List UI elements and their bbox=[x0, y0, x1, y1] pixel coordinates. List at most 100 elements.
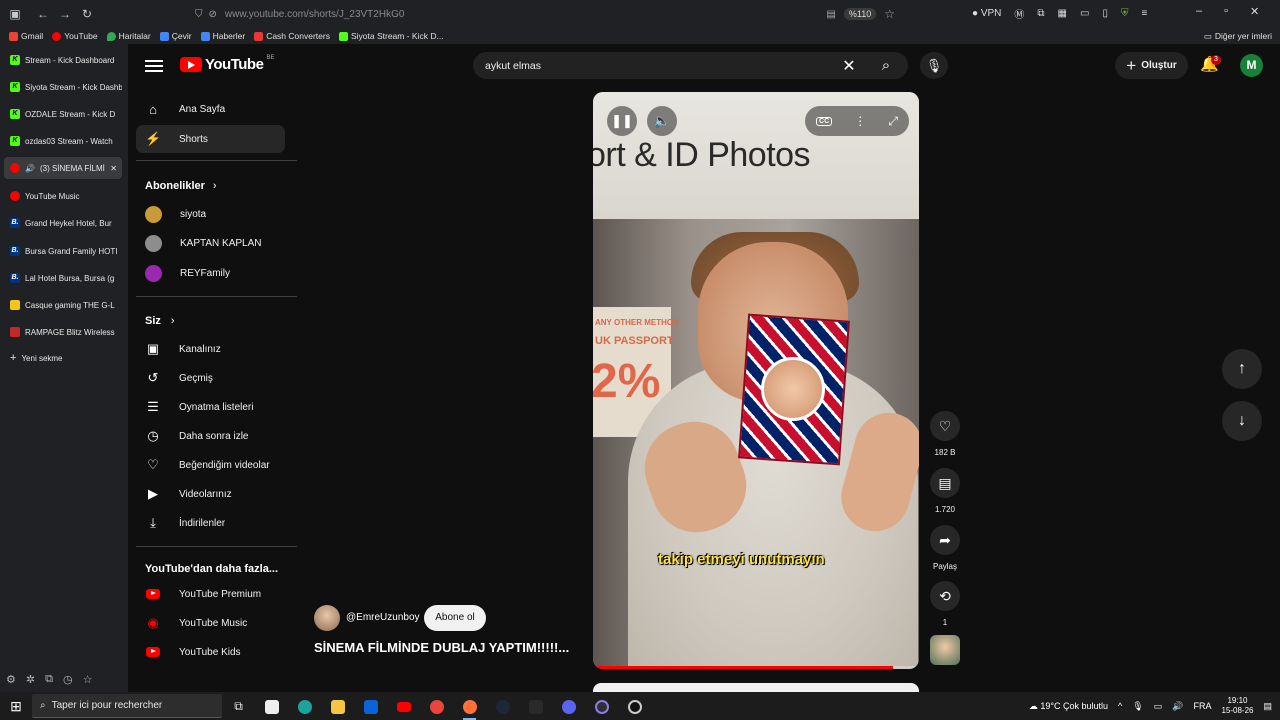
pocket-icon[interactable]: ▭ bbox=[1080, 8, 1089, 19]
nav-history[interactable]: ↺ Geçmiş bbox=[136, 364, 285, 392]
search-icon[interactable]: ⌕ bbox=[864, 52, 908, 79]
subscription-item[interactable]: REYFamily bbox=[136, 259, 285, 287]
other-bookmarks[interactable]: ▭ Diğer yer imleri bbox=[1204, 31, 1272, 42]
subscribe-button[interactable]: Abone ol bbox=[424, 605, 486, 631]
close-window-icon[interactable]: ✕ bbox=[1250, 5, 1259, 18]
discord-icon[interactable] bbox=[552, 692, 585, 720]
sidebar-icon[interactable]: ▯ bbox=[1102, 8, 1108, 19]
clear-icon[interactable]: ✕ bbox=[834, 56, 864, 76]
account-avatar[interactable]: M bbox=[1240, 54, 1263, 77]
comment-action[interactable]: ▤ 1.720 bbox=[930, 468, 960, 514]
chrome-icon[interactable] bbox=[420, 692, 453, 720]
remix-action[interactable]: ⟲ 1 bbox=[930, 581, 960, 627]
nav-youtube-music[interactable]: ◉ YouTube Music bbox=[136, 609, 285, 637]
nav-youtube-kids[interactable]: YouTube Kids bbox=[136, 638, 285, 666]
progress-bar[interactable] bbox=[593, 666, 919, 669]
obs-icon[interactable] bbox=[585, 692, 618, 720]
firefox-icon[interactable] bbox=[453, 692, 486, 720]
subscription-item[interactable]: KAPTAN KAPLAN bbox=[136, 229, 285, 257]
create-button[interactable]: + Oluştur bbox=[1115, 52, 1188, 79]
microphone-icon[interactable]: 🎙 bbox=[920, 52, 948, 79]
address-bar[interactable]: ⛉ ⊘ www.youtube.com/shorts/J_23VT2HkG0 ▤… bbox=[195, 5, 895, 23]
mail-icon[interactable] bbox=[354, 692, 387, 720]
search-box[interactable]: aykut elmas ✕ ⌕ bbox=[473, 52, 908, 79]
tab-item[interactable]: K OZDALE Stream - Kick D bbox=[4, 103, 122, 125]
back-icon[interactable]: ← bbox=[32, 7, 54, 21]
clock[interactable]: 19:10 15-08-26 bbox=[1221, 696, 1253, 716]
history-clock-icon[interactable]: ◷ bbox=[63, 673, 73, 686]
bookmark-gmail[interactable]: Gmail bbox=[9, 31, 43, 41]
reload-icon[interactable]: ↻ bbox=[76, 7, 98, 21]
more-options-icon[interactable]: ⋮ bbox=[854, 114, 866, 128]
microphone-tray-icon[interactable]: 🎙 bbox=[1132, 701, 1143, 712]
search-input[interactable]: aykut elmas bbox=[485, 60, 834, 72]
bookmark-maps[interactable]: Haritalar bbox=[106, 31, 151, 41]
input-language[interactable]: FRA bbox=[1193, 701, 1211, 711]
forward-icon[interactable]: → bbox=[54, 7, 76, 21]
heart-icon[interactable]: ♡ bbox=[930, 411, 960, 441]
you-header[interactable]: Siz › bbox=[145, 315, 175, 327]
bookmark-translate[interactable]: Çevir bbox=[159, 31, 192, 41]
remix-icon[interactable]: ⟲ bbox=[930, 581, 960, 611]
short-title[interactable]: SİNEMA FİLMİNDE DUBLAJ YAPTIM!!!!!... bbox=[314, 640, 569, 655]
bookmark-star-icon[interactable]: ☆ bbox=[884, 7, 895, 21]
volume-icon[interactable]: 🔈 bbox=[647, 106, 677, 136]
share-action[interactable]: ➦ Paylaş bbox=[930, 525, 960, 571]
minimize-icon[interactable]: – bbox=[1196, 5, 1202, 18]
bookmark-siyota[interactable]: Siyota Stream - Kick D... bbox=[338, 31, 444, 41]
nav-watch-later[interactable]: ◷ Daha sonra izle bbox=[136, 422, 285, 450]
tab-item[interactable]: YouTube Music bbox=[4, 185, 122, 207]
vpn-button[interactable]: ● VPN bbox=[972, 8, 1001, 19]
subscriptions-header[interactable]: Abonelikler › bbox=[145, 180, 217, 192]
overwolf-icon[interactable] bbox=[618, 692, 651, 720]
network-icon[interactable]: ▭ bbox=[1154, 701, 1163, 712]
captions-icon[interactable]: CC bbox=[816, 116, 833, 126]
tab-item[interactable]: Kozdas03 Stream - Watch bbox=[4, 130, 122, 152]
comment-icon[interactable]: ▤ bbox=[930, 468, 960, 498]
nav-downloads[interactable]: ⤓ İndirilenler bbox=[136, 509, 285, 537]
tab-item[interactable]: Casque gaming THE G-L bbox=[4, 294, 122, 316]
speaker-icon[interactable]: 🔊 bbox=[25, 164, 35, 173]
nav-shorts[interactable]: ⚡ Shorts bbox=[136, 125, 285, 153]
nav-your-channel[interactable]: ▣ Kanalınız bbox=[136, 335, 285, 363]
tab-item[interactable]: K Siyota Stream - Kick Dashb bbox=[4, 76, 122, 98]
nav-liked-videos[interactable]: ♡ Beğendiğim videolar bbox=[136, 451, 285, 479]
youtube-logo[interactable]: YouTube BE bbox=[180, 55, 274, 73]
sidebar-toggle-icon[interactable]: ▣ bbox=[4, 7, 26, 21]
like-action[interactable]: ♡ 182 B bbox=[930, 411, 960, 457]
wallet-icon[interactable]: ▦ bbox=[1058, 8, 1067, 19]
notification-center-icon[interactable]: ▤ bbox=[1263, 701, 1272, 712]
tab-item[interactable]: K Stream - Kick Dashboard bbox=[4, 49, 122, 71]
fullscreen-icon[interactable]: ⤢ bbox=[888, 114, 898, 129]
edge-icon[interactable] bbox=[288, 692, 321, 720]
nav-youtube-premium[interactable]: YouTube Premium bbox=[136, 580, 285, 608]
collections-icon[interactable]: ⧉ bbox=[45, 673, 53, 686]
bookmark-cash-converters[interactable]: Cash Converters bbox=[254, 31, 330, 41]
close-tab-icon[interactable]: ✕ bbox=[110, 164, 117, 173]
weather-widget[interactable]: ☁ 19°C Çok bulutlu bbox=[1029, 701, 1108, 712]
nav-your-videos[interactable]: ▶ Videolarınız bbox=[136, 480, 285, 508]
hamburger-menu-icon[interactable] bbox=[145, 57, 163, 75]
speaker-tray-icon[interactable]: 🔊 bbox=[1172, 701, 1183, 712]
youtube-app-icon[interactable] bbox=[387, 692, 420, 720]
nav-home[interactable]: ⌂ Ana Sayfa bbox=[136, 95, 285, 123]
tab-item[interactable]: RAMPAGE Blitz Wireless bbox=[4, 321, 122, 343]
file-explorer-icon[interactable] bbox=[321, 692, 354, 720]
settings-icon[interactable]: ⚙ bbox=[6, 673, 16, 686]
tab-item[interactable]: B. Bursa Grand Family HOTI bbox=[4, 240, 122, 262]
menu-icon[interactable]: ≡ bbox=[1141, 8, 1147, 19]
bookmark-youtube[interactable]: YouTube bbox=[52, 31, 98, 41]
tab-item-active[interactable]: 🔊 (3) SİNEMA FİLMİ ✕ bbox=[4, 157, 122, 179]
extensions-icon[interactable]: ⧉ bbox=[1037, 8, 1044, 19]
share-icon[interactable]: ➦ bbox=[930, 525, 960, 555]
task-view-icon[interactable]: ⧉ bbox=[222, 692, 255, 720]
reader-icon[interactable]: ▤ bbox=[826, 9, 835, 20]
windows-start-icon[interactable]: ⊞ bbox=[0, 698, 32, 715]
maximize-icon[interactable]: ▫ bbox=[1224, 5, 1228, 18]
nav-playlists[interactable]: ☰ Oynatma listeleri bbox=[136, 393, 285, 421]
epic-games-icon[interactable] bbox=[519, 692, 552, 720]
zoom-badge[interactable]: %110 bbox=[843, 8, 877, 20]
tab-item[interactable]: B. Lal Hotel Bursa, Bursa (g bbox=[4, 267, 122, 289]
short-video-player[interactable]: ort & ID Photos ANY OTHER METHOD UK PASS… bbox=[593, 92, 919, 669]
audio-thumbnail[interactable] bbox=[930, 635, 960, 665]
